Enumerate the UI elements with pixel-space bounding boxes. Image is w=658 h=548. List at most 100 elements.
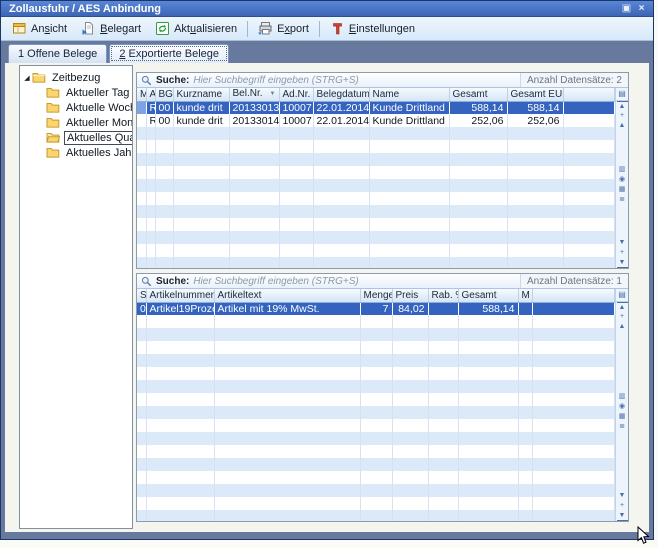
search-record-icon[interactable]: ◉ bbox=[617, 402, 628, 412]
export-button[interactable]: Export bbox=[251, 19, 316, 39]
tab-offene-belege[interactable]: 1 Offene Belege bbox=[8, 44, 107, 63]
cell bbox=[392, 406, 428, 419]
columns-icon[interactable]: ▥ bbox=[617, 392, 628, 402]
empty-row[interactable] bbox=[137, 367, 615, 380]
col-header-art[interactable]: A bbox=[146, 88, 155, 101]
empty-row[interactable] bbox=[137, 393, 615, 406]
col-header-gesamt-eur[interactable]: Gesamt EUR bbox=[507, 88, 563, 101]
empty-row[interactable] bbox=[137, 140, 615, 153]
col-header-adnr[interactable]: Ad.Nr. bbox=[279, 88, 313, 101]
empty-row[interactable] bbox=[137, 205, 615, 218]
search-record-icon[interactable]: ◉ bbox=[617, 175, 628, 185]
tab-exportierte-belege[interactable]: 2 Exportierte Belege bbox=[109, 44, 229, 63]
menu-icon[interactable]: ≣ bbox=[617, 422, 628, 432]
col-header-belegdatum[interactable]: Belegdatum bbox=[313, 88, 369, 101]
col-header-artikeltext[interactable]: Artikeltext bbox=[214, 289, 360, 302]
tree-item-aktuelle-woche[interactable]: Aktuelle Woche bbox=[22, 100, 130, 115]
cell bbox=[532, 328, 615, 341]
table-row[interactable]: R00kunde drit201330131000722.01.2014Kund… bbox=[137, 101, 615, 114]
menu-icon[interactable]: ≣ bbox=[617, 195, 628, 205]
aktualisieren-button[interactable]: Aktualisieren bbox=[148, 19, 244, 39]
close-window-icon[interactable]: × bbox=[634, 2, 649, 15]
documents-table[interactable]: M A BG Kurzname ▼Bel.Nr. Ad.Nr. Belegdat… bbox=[137, 88, 615, 268]
tree-item-aktueller-tag[interactable]: Aktueller Tag bbox=[22, 85, 130, 100]
empty-row[interactable] bbox=[137, 484, 615, 497]
first-record-icon[interactable]: ▲ bbox=[617, 302, 628, 312]
column-chooser-icon[interactable]: ▤ bbox=[616, 88, 629, 101]
empty-row[interactable] bbox=[137, 445, 615, 458]
cell bbox=[458, 484, 518, 497]
last-record-icon[interactable]: ▼ bbox=[617, 258, 628, 268]
empty-row[interactable] bbox=[137, 419, 615, 432]
empty-row[interactable] bbox=[137, 244, 615, 257]
cell bbox=[214, 458, 360, 471]
empty-row[interactable] bbox=[137, 510, 615, 521]
empty-row[interactable] bbox=[137, 315, 615, 328]
prev-record-icon[interactable]: ▲ bbox=[617, 121, 628, 131]
cell bbox=[518, 432, 532, 445]
empty-row[interactable] bbox=[137, 218, 615, 231]
tree-expander-icon[interactable]: ◢ bbox=[22, 74, 32, 82]
empty-row[interactable] bbox=[137, 458, 615, 471]
layout-icon[interactable]: ▦ bbox=[617, 412, 628, 422]
restore-window-icon[interactable]: ▣ bbox=[619, 2, 634, 15]
empty-row[interactable] bbox=[137, 127, 615, 140]
belegart-button[interactable]: Belegart bbox=[74, 19, 148, 39]
empty-row[interactable] bbox=[137, 179, 615, 192]
empty-row[interactable] bbox=[137, 153, 615, 166]
empty-row[interactable] bbox=[137, 328, 615, 341]
empty-row[interactable] bbox=[137, 192, 615, 205]
empty-row[interactable] bbox=[137, 257, 615, 268]
tree-root-zeitbezug[interactable]: ◢ Zeitbezug bbox=[22, 70, 130, 85]
empty-row[interactable] bbox=[137, 432, 615, 445]
col-header-bg[interactable]: BG bbox=[155, 88, 173, 101]
prev-record-icon[interactable]: ▲ bbox=[617, 322, 628, 332]
col-header-menge[interactable]: Menge bbox=[360, 289, 392, 302]
first-record-icon[interactable]: ▲ bbox=[617, 101, 628, 111]
insert-record-icon[interactable]: + bbox=[617, 312, 628, 322]
documents-search-bar[interactable]: Suche: Hier Suchbegriff eingeben (STRG+S… bbox=[137, 73, 628, 88]
empty-row[interactable] bbox=[137, 354, 615, 367]
empty-row[interactable] bbox=[137, 380, 615, 393]
insert-record-icon[interactable]: + bbox=[617, 111, 628, 121]
tree-item-aktueller-monat[interactable]: Aktueller Monat bbox=[22, 115, 130, 130]
next-record-icon[interactable]: ▼ bbox=[617, 238, 628, 248]
cell bbox=[137, 458, 146, 471]
col-header-artikelnummer[interactable]: Artikelnummer bbox=[146, 289, 214, 302]
col-header-name[interactable]: Name bbox=[369, 88, 449, 101]
col-header-gesamt[interactable]: Gesamt bbox=[458, 289, 518, 302]
positions-search-bar[interactable]: Suche: Hier Suchbegriff eingeben (STRG+S… bbox=[137, 274, 628, 289]
empty-row[interactable] bbox=[137, 166, 615, 179]
col-header-m[interactable]: M bbox=[137, 88, 146, 101]
cell bbox=[392, 471, 428, 484]
col-header-belnr[interactable]: ▼Bel.Nr. bbox=[229, 88, 279, 101]
append-record-icon[interactable]: + bbox=[617, 248, 628, 258]
empty-row[interactable] bbox=[137, 497, 615, 510]
col-header-rabatt[interactable]: Rab. % bbox=[428, 289, 458, 302]
next-record-icon[interactable]: ▼ bbox=[617, 491, 628, 501]
positions-table[interactable]: S Artikelnummer Artikeltext Menge Preis … bbox=[137, 289, 615, 521]
col-header-kurzname[interactable]: Kurzname bbox=[173, 88, 229, 101]
tree-item-aktuelles-quartal[interactable]: Aktuelles Quartal bbox=[22, 130, 130, 145]
append-record-icon[interactable]: + bbox=[617, 501, 628, 511]
empty-row[interactable] bbox=[137, 406, 615, 419]
table-row[interactable]: R00kunde drit201330141000722.01.2014Kund… bbox=[137, 114, 615, 127]
column-chooser-icon[interactable]: ▤ bbox=[616, 289, 629, 302]
empty-row[interactable] bbox=[137, 341, 615, 354]
cell bbox=[458, 432, 518, 445]
einstellungen-button[interactable]: Einstellungen bbox=[323, 19, 422, 39]
table-row[interactable]: 0Artikel19ProzentArtikel mit 19% MwSt.78… bbox=[137, 302, 615, 315]
last-record-icon[interactable]: ▼ bbox=[617, 511, 628, 521]
cell bbox=[449, 205, 507, 218]
columns-icon[interactable]: ▥ bbox=[617, 165, 628, 175]
col-header-preis[interactable]: Preis bbox=[392, 289, 428, 302]
empty-row[interactable] bbox=[137, 471, 615, 484]
empty-row[interactable] bbox=[137, 231, 615, 244]
col-header-s[interactable]: S bbox=[137, 289, 146, 302]
ansicht-button[interactable]: Ansicht bbox=[5, 19, 74, 39]
col-header-gesamt[interactable]: Gesamt bbox=[449, 88, 507, 101]
cell bbox=[214, 367, 360, 380]
col-header-m[interactable]: M bbox=[518, 289, 532, 302]
layout-icon[interactable]: ▦ bbox=[617, 185, 628, 195]
tree-item-aktuelles-jahr[interactable]: Aktuelles Jahr bbox=[22, 145, 130, 160]
